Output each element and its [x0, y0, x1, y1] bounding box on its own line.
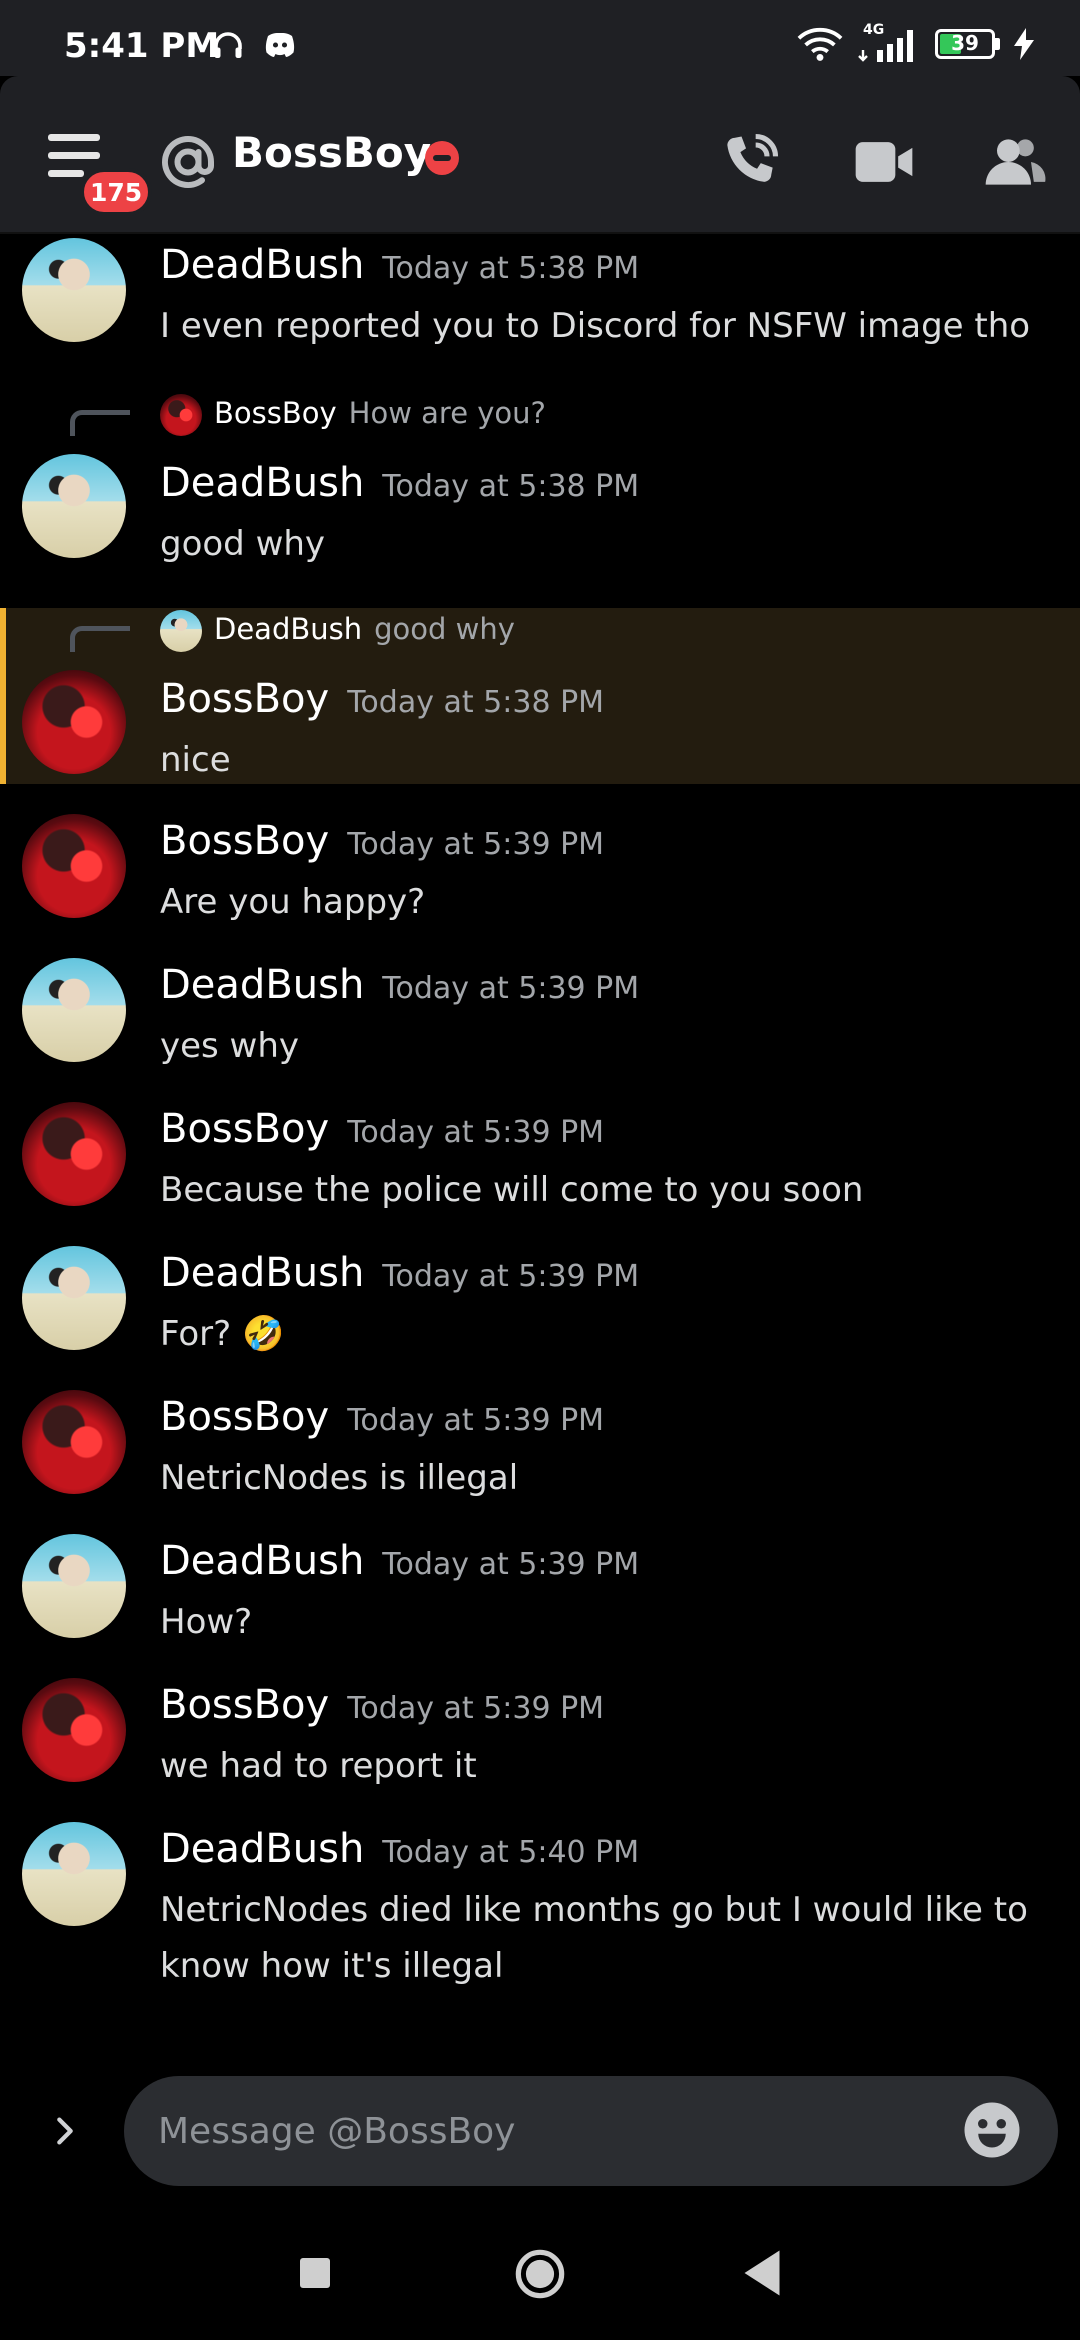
message-header: DeadBush Today at 5:39 PM: [160, 1250, 639, 1296]
battery-level: 39: [951, 31, 979, 55]
members-icon[interactable]: [980, 128, 1048, 196]
timestamp: Today at 5:38 PM: [382, 469, 640, 504]
cell-signal: 4G: [857, 22, 921, 64]
author-name[interactable]: BossBoy: [160, 1394, 329, 1440]
message-header: BossBoy Today at 5:38 PM: [160, 676, 604, 722]
avatar[interactable]: [22, 670, 126, 774]
author-name[interactable]: DeadBush: [160, 962, 364, 1008]
author-name[interactable]: BossBoy: [160, 676, 329, 722]
message-header: DeadBush Today at 5:40 PM: [160, 1826, 639, 1872]
message-text: Because the police will come to you soon: [160, 1170, 864, 1210]
message-header: BossBoy Today at 5:39 PM: [160, 1394, 604, 1440]
message-text: nice: [160, 740, 231, 780]
message-composer: [0, 2076, 1080, 2186]
author-name[interactable]: DeadBush: [160, 1250, 364, 1296]
chevron-right-icon[interactable]: [48, 2114, 82, 2148]
author-name[interactable]: DeadBush: [160, 1538, 364, 1584]
timestamp: Today at 5:38 PM: [347, 685, 605, 720]
avatar[interactable]: [22, 238, 126, 342]
chat-header: 175 BossBoy: [0, 76, 1080, 232]
timestamp: Today at 5:39 PM: [382, 971, 640, 1006]
message-text: NetricNodes died like months go but I wo…: [160, 1890, 1028, 1986]
avatar[interactable]: [22, 1678, 126, 1782]
timestamp: Today at 5:39 PM: [347, 1403, 605, 1438]
message-text: I even reported you to Discord for NSFW …: [160, 306, 1031, 346]
channel-title: BossBoy: [232, 128, 432, 177]
message-header: DeadBush Today at 5:39 PM: [160, 962, 639, 1008]
timestamp: Today at 5:39 PM: [347, 1691, 605, 1726]
avatar[interactable]: [22, 1246, 126, 1350]
timestamp: Today at 5:40 PM: [382, 1835, 640, 1870]
avatar[interactable]: [22, 958, 126, 1062]
dnd-status-icon: [425, 141, 459, 175]
avatar[interactable]: [22, 454, 126, 558]
message-header: DeadBush Today at 5:38 PM: [160, 460, 639, 506]
notification-badge: 175: [80, 168, 153, 216]
author-name[interactable]: DeadBush: [160, 460, 364, 506]
timestamp: Today at 5:38 PM: [382, 251, 640, 286]
reply-text: How are you?: [348, 396, 546, 430]
reply-connector: [70, 410, 130, 436]
voice-call-icon[interactable]: [716, 128, 784, 196]
signal-icon: [858, 30, 913, 62]
home-button[interactable]: [514, 2248, 566, 2300]
header-divider: [0, 232, 1080, 234]
battery-indicator: 39: [935, 29, 1000, 59]
video-call-icon[interactable]: [850, 128, 918, 196]
back-button[interactable]: [742, 2248, 782, 2298]
headphones-icon: [214, 32, 242, 58]
message-header: DeadBush Today at 5:38 PM: [160, 242, 639, 288]
message-header: BossBoy Today at 5:39 PM: [160, 1682, 604, 1728]
reply-preview[interactable]: BossBoy How are you?: [214, 396, 546, 430]
status-time: 5:41 PM: [64, 26, 220, 66]
message-header: BossBoy Today at 5:39 PM: [160, 1106, 604, 1152]
reply-author: DeadBush: [214, 612, 363, 646]
timestamp: Today at 5:39 PM: [347, 1115, 605, 1150]
emoji-icon[interactable]: [962, 2100, 1022, 2160]
message-text: For? 🤣: [160, 1314, 285, 1354]
reply-author: BossBoy: [214, 396, 337, 430]
message-text: yes why: [160, 1026, 300, 1066]
system-nav-bar: [0, 2224, 1080, 2340]
avatar[interactable]: [22, 1822, 126, 1926]
discord-status-icon: [265, 33, 295, 57]
reply-text: good why: [374, 612, 515, 646]
avatar[interactable]: [22, 814, 126, 918]
avatar[interactable]: [22, 1102, 126, 1206]
at-sign-icon: [162, 136, 214, 188]
recents-button[interactable]: [300, 2258, 330, 2288]
message-input[interactable]: [124, 2076, 1058, 2186]
author-name[interactable]: DeadBush: [160, 242, 364, 288]
timestamp: Today at 5:39 PM: [382, 1259, 640, 1294]
wifi-icon: [797, 28, 843, 61]
reply-avatar: [160, 394, 202, 436]
charging-icon: [1014, 28, 1034, 60]
author-name[interactable]: BossBoy: [160, 1106, 329, 1152]
reply-preview[interactable]: DeadBush good why: [214, 612, 515, 646]
message-text: we had to report it: [160, 1746, 477, 1786]
avatar[interactable]: [22, 1390, 126, 1494]
message-text: NetricNodes is illegal: [160, 1458, 519, 1498]
message-text: Are you happy?: [160, 882, 426, 922]
avatar[interactable]: [22, 1534, 126, 1638]
status-bar: 5:41 PM 4G 39: [0, 0, 1080, 76]
message-text: good why: [160, 524, 326, 564]
message-text: How?: [160, 1602, 253, 1642]
message-header: BossBoy Today at 5:39 PM: [160, 818, 604, 864]
reply-connector: [70, 626, 130, 652]
author-name[interactable]: DeadBush: [160, 1826, 364, 1872]
message-header: DeadBush Today at 5:39 PM: [160, 1538, 639, 1584]
author-name[interactable]: BossBoy: [160, 1682, 329, 1728]
timestamp: Today at 5:39 PM: [347, 827, 605, 862]
timestamp: Today at 5:39 PM: [382, 1547, 640, 1582]
author-name[interactable]: BossBoy: [160, 818, 329, 864]
reply-avatar: [160, 610, 202, 652]
